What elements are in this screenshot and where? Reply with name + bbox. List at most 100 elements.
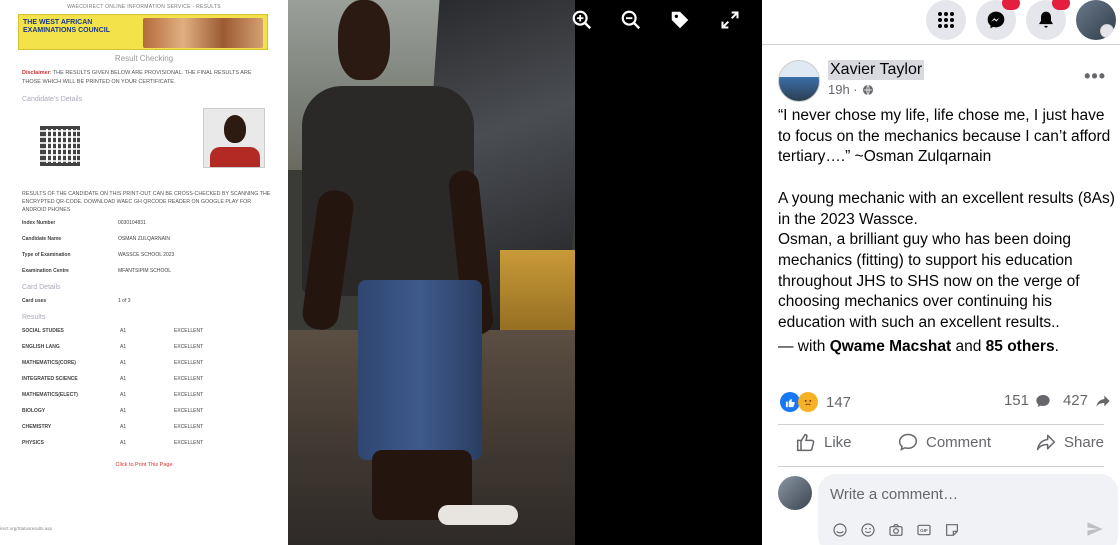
passport-head — [224, 115, 246, 143]
print-link[interactable]: Click to Print This Page — [0, 462, 288, 468]
reactions-summary[interactable]: 147 — [780, 392, 851, 412]
post-paragraph: Osman, a brilliant guy who has been doin… — [778, 231, 1080, 332]
result-grade: A1 — [120, 408, 127, 414]
passport-photo — [203, 108, 265, 168]
chevron-down-icon — [1100, 24, 1114, 38]
sticker-icon[interactable] — [944, 522, 960, 538]
disclaimer: Disclaimer: THE RESULTS GIVEN BELOW ARE … — [22, 69, 270, 87]
engagement-counts: 151 427 — [1004, 392, 1112, 409]
passport-shirt — [210, 147, 260, 167]
candidate-field-row: Candidate Name OSMAN ZULQARNAIN — [22, 236, 272, 244]
shares-count[interactable]: 427 — [1063, 392, 1088, 409]
result-subject: ENGLISH LANG — [22, 344, 60, 350]
svg-text:GIF: GIF — [920, 528, 928, 533]
result-subject: PHYSICS — [22, 440, 44, 446]
like-button[interactable]: Like — [796, 432, 852, 452]
waec-banner: THE WEST AFRICAN EXAMINATIONS COUNCIL — [18, 14, 268, 50]
author-name[interactable]: Xavier Taylor — [828, 60, 925, 80]
post-paragraph — [778, 168, 1118, 189]
viewer-dark-area — [575, 0, 762, 545]
result-remark: EXCELLENT — [174, 440, 204, 446]
comment-input[interactable]: Write a comment… GIF — [818, 474, 1118, 545]
result-remark: EXCELLENT — [174, 360, 204, 366]
sad-reaction-icon — [798, 392, 818, 412]
result-subject: MATHEMATICS(ELECT) — [22, 392, 78, 398]
card-details-heading: Card Details — [22, 284, 61, 291]
result-row: ENGLISH LANG A1 EXCELLENT — [22, 344, 262, 352]
with-and: and — [951, 338, 986, 355]
result-grade: A1 — [120, 424, 127, 430]
candidate-details-heading: Candidate's Details — [22, 96, 83, 103]
avatar-sticker-icon[interactable] — [832, 522, 848, 538]
card-uses-label: Card uses — [22, 298, 47, 304]
doc-top-line: WAECDIRECT ONLINE INFORMATION SERVICE - … — [67, 4, 221, 10]
share-arrow-icon — [1096, 395, 1110, 407]
field-label: Index Number — [22, 220, 56, 226]
person-slipper — [438, 505, 518, 525]
share-icon — [1036, 434, 1056, 451]
field-label: Examination Centre — [22, 268, 69, 274]
post-paragraph: “I never chose my life, life chose me, I… — [778, 107, 1111, 166]
notifications-badge — [1052, 0, 1070, 10]
tagged-others-link[interactable]: 85 others — [986, 338, 1055, 355]
messenger-icon — [987, 11, 1005, 29]
share-button[interactable]: Share — [1036, 432, 1104, 452]
field-value: MFANTSIPIM SCHOOL — [118, 268, 172, 274]
card-uses-row: Card uses 1 of 3 — [22, 298, 272, 306]
author-avatar[interactable] — [778, 60, 820, 102]
person-jeans — [358, 280, 482, 460]
comment-button[interactable]: Comment — [898, 432, 991, 452]
thumbs-up-icon — [796, 433, 815, 452]
field-value: 0030104831 — [118, 220, 146, 226]
actions-bottom-divider — [778, 466, 1104, 467]
result-remark: EXCELLENT — [174, 408, 204, 414]
candidate-field-row: Type of Examination WASSCE SCHOOL 2023 — [22, 252, 272, 260]
doc-title: Result Checking — [114, 54, 174, 63]
result-row: INTEGRATED SCIENCE A1 EXCELLENT — [22, 376, 262, 384]
result-document-photo: WAECDIRECT ONLINE INFORMATION SERVICE - … — [0, 0, 288, 545]
result-remark: EXCELLENT — [174, 328, 204, 334]
actions-top-divider — [778, 424, 1104, 425]
messenger-badge — [1002, 0, 1020, 10]
messenger-button[interactable] — [976, 0, 1020, 40]
like-label: Like — [824, 433, 852, 451]
post-text: “I never chose my life, life chose me, I… — [778, 106, 1118, 334]
emoji-icon[interactable] — [860, 522, 876, 538]
zoom-in-icon[interactable] — [570, 8, 594, 32]
doc-footer-url: irect.org/Statusresults.asp — [0, 526, 53, 531]
person-head — [338, 0, 390, 80]
zoom-out-icon[interactable] — [619, 8, 643, 32]
post-actions: Like Comment Share — [762, 426, 1120, 466]
qr-note: RESULTS OF THE CANDIDATE ON THIS PRINT-O… — [22, 191, 271, 213]
result-grade: A1 — [120, 376, 127, 382]
tagged-people: — with Qwame Macshat and 85 others. — [778, 338, 1059, 356]
post-time[interactable]: 19h · — [828, 82, 858, 97]
more-options-button[interactable]: ••• — [1084, 66, 1106, 87]
menu-grid-button[interactable] — [926, 0, 966, 40]
result-remark: EXCELLENT — [174, 392, 204, 398]
grid-icon — [938, 12, 954, 28]
comment-tools: GIF — [832, 522, 960, 538]
field-value: OSMAN ZULQARNAIN — [118, 236, 170, 242]
field-label: Candidate Name — [22, 236, 62, 242]
result-row: BIOLOGY A1 EXCELLENT — [22, 408, 262, 416]
banner-image — [143, 18, 263, 48]
field-value: WASSCE SCHOOL 2023 — [118, 252, 175, 258]
gif-icon[interactable]: GIF — [916, 522, 932, 538]
result-subject: CHEMISTRY — [22, 424, 52, 430]
notifications-button[interactable] — [1026, 0, 1070, 40]
camera-icon[interactable] — [888, 522, 904, 538]
bg-yellow-object — [500, 250, 575, 340]
like-reaction-icon — [780, 392, 800, 412]
tag-icon[interactable] — [668, 8, 692, 32]
tagged-person-link[interactable]: Qwame Macshat — [830, 338, 951, 355]
fullscreen-icon[interactable] — [718, 8, 742, 32]
result-grade: A1 — [120, 392, 127, 398]
post-panel: Xavier Taylor 19h · ••• “I never chose m… — [762, 0, 1120, 545]
send-icon[interactable] — [1086, 520, 1104, 543]
candidate-field-row: Index Number 0030104831 — [22, 220, 272, 228]
commenter-avatar[interactable] — [778, 476, 812, 510]
account-avatar[interactable] — [1076, 0, 1116, 40]
post-paragraph: A young mechanic with an excellent resul… — [778, 189, 1115, 228]
comments-count[interactable]: 151 — [1004, 392, 1029, 409]
